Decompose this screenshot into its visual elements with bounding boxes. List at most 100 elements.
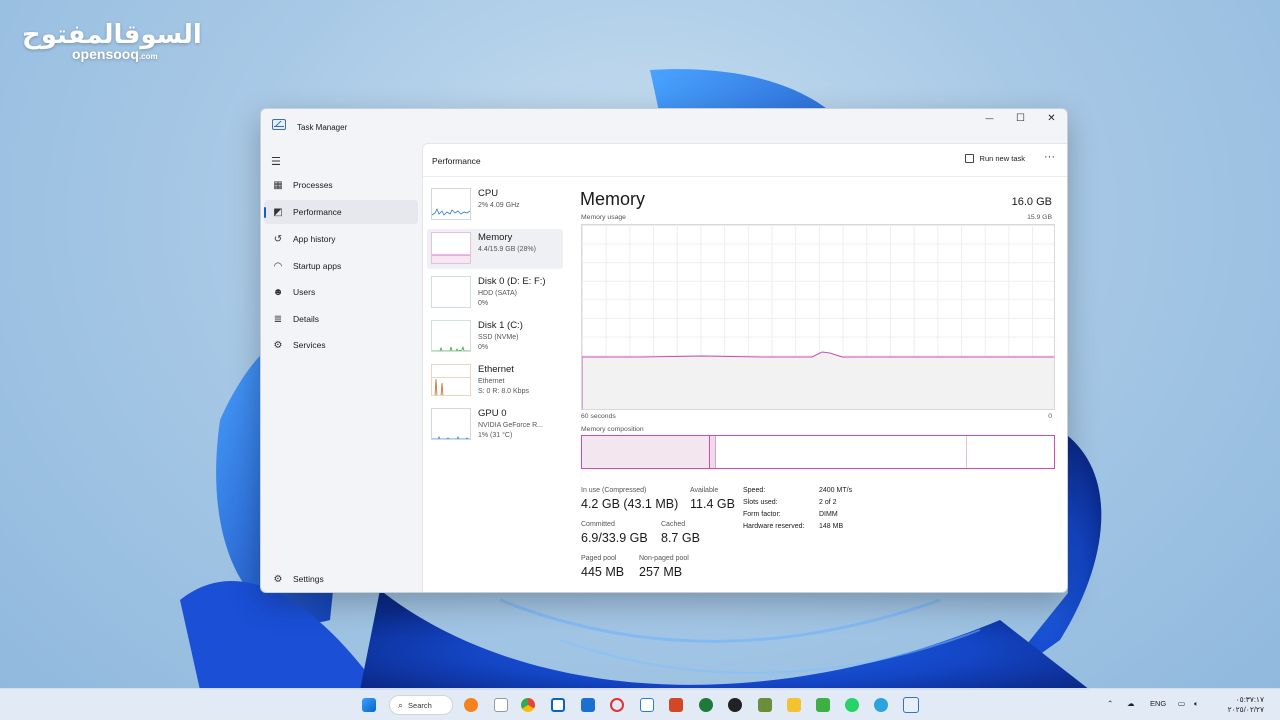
sidebar-item-users[interactable]: ☻ Users [264,280,418,304]
chrome-app-icon[interactable] [521,698,535,712]
performance-icon: ◩ [273,206,283,218]
close-button[interactable]: ✕ [1036,109,1067,127]
sidebar-item-services[interactable]: ⚙ Services [264,333,418,357]
graph-axis-right: 0 [1048,413,1052,420]
search-label: Search [408,700,432,710]
app-history-icon: ↺ [273,233,283,245]
blender-app-icon[interactable] [464,698,478,712]
window-controls: — ☐ ✕ [974,109,1067,127]
sidebar-item-label: Settings [293,574,324,584]
startup-apps-icon: ◠ [273,260,283,272]
sidebar-item-label: Details [293,314,319,324]
box-app-icon[interactable] [640,698,654,712]
telegram-app-icon[interactable] [874,698,888,712]
obs-app-icon[interactable] [728,698,742,712]
more-options-button[interactable]: ··· [1044,151,1055,163]
sidebar-item-app-history[interactable]: ↺ App history [264,227,418,251]
details-icon: ≣ [273,313,283,325]
memory-usage-label: Memory usage [581,214,626,221]
performance-content: Performance Run new task ··· CPU 2% 4.09… [422,143,1067,592]
memory-title: Memory [580,189,646,209]
page-title: Performance [432,156,481,166]
device-name: Ethernet [478,364,514,375]
network-icon[interactable]: ▭ [1178,699,1185,708]
minecraft-app-icon[interactable] [758,698,772,712]
powerpoint-app-icon[interactable] [669,698,683,712]
stat-in-use: In use (Compressed) 4.2 GB (43.1 MB) [581,487,678,511]
device-name: CPU [478,188,499,199]
stat-value: 445 MB [581,565,625,579]
composition-in-use [582,436,710,468]
spec-hw-reserved-label: Hardware reserved: [743,523,805,530]
sidebar-item-processes[interactable]: ▦ Processes [264,173,418,197]
store-app-icon[interactable] [581,698,595,712]
minimize-button[interactable]: — [974,109,1005,127]
stat-value: 4.2 GB (43.1 MB) [581,497,679,511]
stat-label: Cached [661,521,686,528]
services-icon: ⚙ [273,339,283,351]
device-memory[interactable]: Memory 4.4/15.9 GB (28%) [427,229,563,269]
whatsapp-app-icon[interactable] [845,698,859,712]
cpu-thumbnail-graph [431,188,471,220]
creeper-app-icon[interactable] [816,698,830,712]
maximize-button[interactable]: ☐ [1005,109,1036,127]
tray-chevron-icon[interactable]: ⌃ [1107,699,1113,708]
device-name: Disk 0 (D: E: F:) [478,276,546,287]
spec-slots-value: 2 of 2 [819,499,837,506]
device-ethernet[interactable]: Ethernet Ethernet S: 0 R: 8.0 Kbps [427,361,563,401]
spec-speed-value: 2400 MT/s [819,487,853,494]
window-title: Task Manager [297,122,348,132]
window-app-icon[interactable] [551,698,565,712]
opera-app-icon[interactable] [610,698,624,712]
graph-axis-left: 60 seconds [581,413,616,420]
stat-paged-pool: Paged pool 445 MB [581,555,624,579]
memory-usage-max: 15.9 GB [1027,214,1052,221]
onedrive-cloud-icon[interactable]: ☁ [1127,699,1135,708]
content-header: Performance Run new task ··· [423,144,1067,177]
sidebar-item-settings[interactable]: ⚙ Settings [264,567,418,591]
sidebar-item-label: Performance [293,207,342,217]
start-button-windows-icon[interactable] [362,698,376,712]
sidebar-item-label: Services [293,340,326,350]
run-new-task-button[interactable]: Run new task [964,154,1025,163]
sidebar-item-label: Users [293,287,316,297]
taskbar-search[interactable]: ⌕ Search [389,695,453,715]
sidebar-item-startup-apps[interactable]: ◠ Startup apps [264,254,418,278]
search-icon: ⌕ [398,699,404,710]
title-bar: Task Manager — ☐ ✕ [261,109,1067,143]
file-app-icon[interactable] [494,698,508,712]
device-detail: NVIDIA GeForce R... [478,422,543,429]
sidebar-item-details[interactable]: ≣ Details [264,307,418,331]
clock-time: ٠٥:٣٧:١٧ [1235,695,1264,704]
stat-value: 8.7 GB [661,531,700,545]
device-disk-0[interactable]: Disk 0 (D: E: F:) HDD (SATA) 0% [427,273,563,313]
xbox-app-icon[interactable] [699,698,713,712]
task-manager-taskbar-icon[interactable] [903,697,919,713]
stat-non-paged-pool: Non-paged pool 257 MB [639,555,689,579]
memory-usage-graph [581,224,1055,410]
hamburger-menu-icon[interactable]: ☰ [271,155,282,168]
stat-label: Committed [581,521,615,528]
run-new-task-label: Run new task [979,154,1025,163]
device-disk-1[interactable]: Disk 1 (C:) SSD (NVMe) 0% [427,317,563,357]
users-icon: ☻ [272,286,284,298]
device-name: GPU 0 [478,408,507,419]
taskbar-clock[interactable]: ٠٥:٣٧:١٧ ٢٠٢٥/٠٢/٢٧ [1228,695,1264,715]
clock-date: ٢٠٢٥/٠٢/٢٧ [1227,705,1264,714]
spec-slots-label: Slots used: [743,499,778,506]
device-detail: 0% [478,344,489,351]
task-manager-window: Task Manager — ☐ ✕ ☰ ▦ Processes ◩ Perfo… [260,108,1068,593]
volume-icon[interactable]: 🔈︎ [1194,699,1199,709]
spec-form-label: Form factor: [743,511,781,518]
ethernet-thumbnail-graph [431,364,471,396]
sidebar-item-performance[interactable]: ◩ Performance [264,200,418,224]
spec-form-value: DIMM [819,511,838,518]
stat-label: Paged pool [581,555,617,562]
sidebar-item-label: Startup apps [293,261,342,271]
device-list: CPU 2% 4.09 GHz Memory 4.4/15.9 GB (28%)… [427,185,563,449]
stat-label: In use (Compressed) [581,487,647,494]
file-explorer-icon[interactable] [787,698,801,712]
device-cpu[interactable]: CPU 2% 4.09 GHz [427,185,563,225]
device-gpu-0[interactable]: GPU 0 NVIDIA GeForce R... 1% (31 °C) [427,405,563,445]
language-indicator[interactable]: ENG [1150,699,1166,708]
